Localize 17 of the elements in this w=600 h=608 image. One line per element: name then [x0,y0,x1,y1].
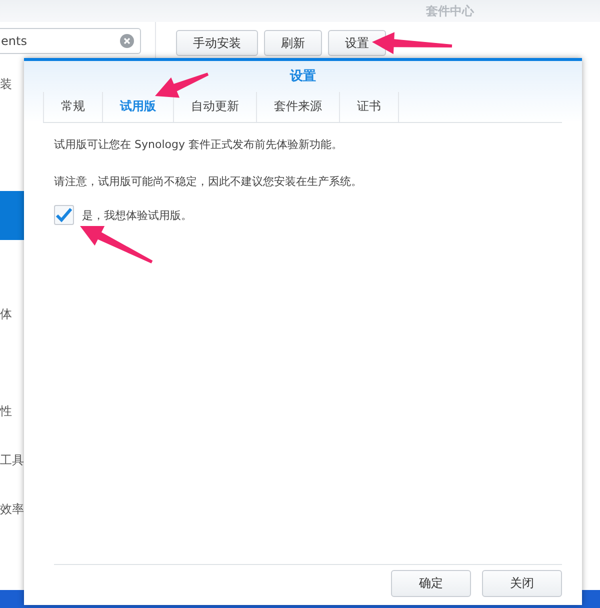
dialog-button[interactable]: 确定 [391,570,471,597]
description-text: 试用版可让您在 Synology 套件正式发布前先体验新功能。 [54,137,344,152]
description-text: 请注意，试用版可能尚不稳定，因此不建议您安装在生产系统。 [54,174,363,189]
toolbar-button[interactable]: 手动安装 [176,30,258,56]
arrow [155,72,209,98]
toolbar-button[interactable]: 设置 [328,30,386,56]
tab[interactable]: 套件来源 [256,92,339,122]
tab[interactable]: 证书 [339,92,399,122]
checkbox[interactable] [54,205,74,225]
checkbox-label: 是，我想体验试用版。 [82,208,192,222]
app-title: 套件中心 [426,2,474,20]
search-field[interactable]: ents [0,28,141,54]
dialog-title: 设置 [290,68,316,86]
tab[interactable]: 常规 [43,92,102,122]
clear-icon[interactable] [120,34,134,48]
dialog-button[interactable]: 关闭 [482,570,562,597]
toolbar-button[interactable]: 刷新 [264,30,322,56]
